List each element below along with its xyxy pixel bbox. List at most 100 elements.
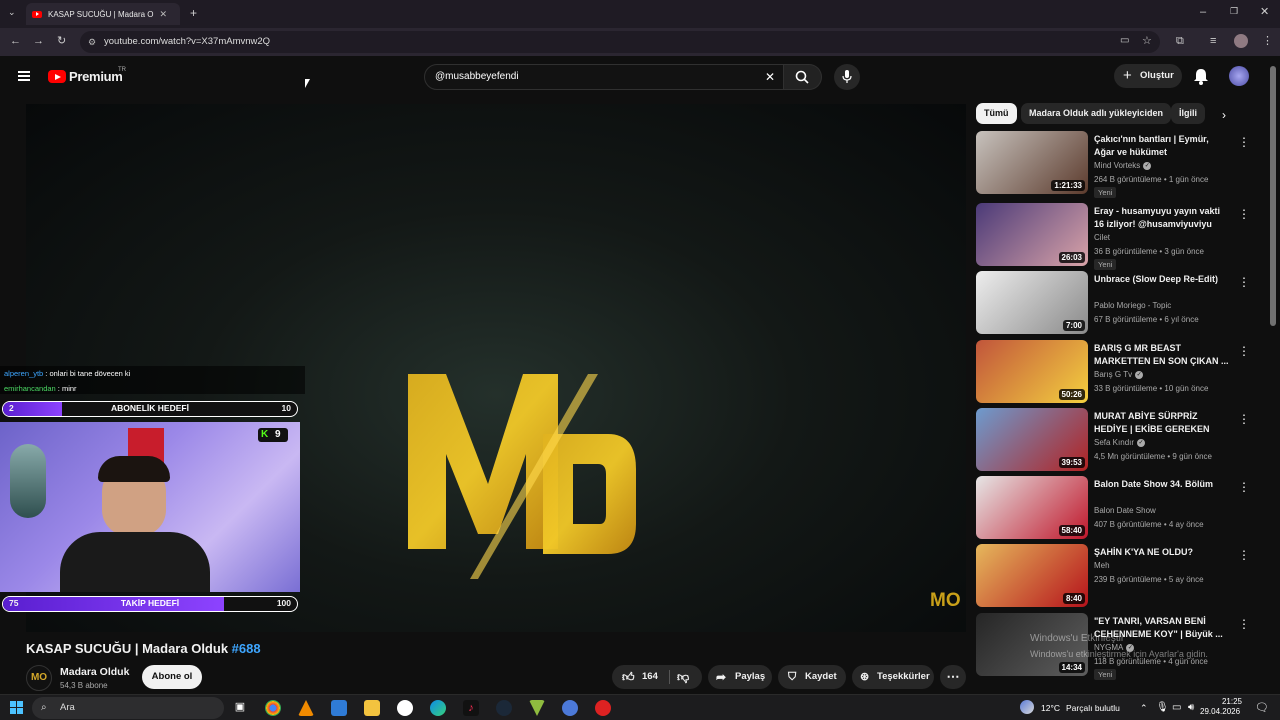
dislike-icon[interactable]: 👎︎ — [677, 665, 689, 689]
like-icon[interactable]: 👍︎ — [622, 665, 635, 689]
microphone-tray-icon[interactable]: 🎙︎ — [1156, 702, 1169, 713]
recommendation-item[interactable]: 58:40 Balon Date Show 34. Bölüm Balon Date… — [976, 476, 1250, 540]
obs-icon[interactable] — [595, 700, 611, 716]
video-thumbnail[interactable]: 58:40 — [976, 476, 1088, 539]
weather-description[interactable]: Parçalı bulutlu — [1066, 703, 1120, 713]
recommendation-title[interactable]: BARIŞ G MR BEAST MARKETTEN EN SON ÇIKAN … — [1094, 342, 1230, 368]
reload-icon[interactable]: ↻ — [57, 36, 66, 47]
more-options-icon[interactable]: ⋮ — [1238, 344, 1250, 358]
chatgpt-icon[interactable] — [397, 700, 413, 716]
video-thumbnail[interactable]: 14:34 — [976, 613, 1088, 676]
weather-temperature[interactable]: 12°C — [1041, 703, 1060, 713]
video-thumbnail[interactable]: 1:21:33 — [976, 131, 1088, 194]
volume-icon[interactable]: 🔊︎ — [1188, 702, 1194, 713]
file-explorer-icon[interactable] — [364, 700, 380, 716]
more-options-icon[interactable]: ⋮ — [1238, 207, 1250, 221]
profile-avatar[interactable] — [1234, 34, 1248, 48]
channel-watermark[interactable]: MO — [930, 590, 961, 612]
recommendation-channel[interactable]: Barış G Tv ✓ — [1094, 370, 1144, 379]
search-button[interactable] — [784, 64, 822, 90]
channel-avatar[interactable]: MO — [26, 665, 52, 691]
recommendation-item[interactable]: 39:53 MURAT ABİYE SÜRPRİZ HEDİYE | EKİBE … — [976, 408, 1250, 472]
chips-next-chevron-icon[interactable]: › — [1222, 108, 1226, 122]
video-thumbnail[interactable]: 8:40 — [976, 544, 1088, 607]
more-options-icon[interactable]: ⋮ — [1238, 275, 1250, 289]
bookmark-star-icon[interactable]: ☆ — [1142, 36, 1152, 47]
chip-related[interactable]: İlgili — [1171, 103, 1205, 124]
notifications-bell-icon[interactable] — [1193, 68, 1209, 86]
forward-icon[interactable]: → — [33, 36, 44, 47]
more-options-icon[interactable]: ⋮ — [1238, 480, 1250, 494]
page-scrollbar[interactable] — [1270, 66, 1276, 326]
tray-expand-icon[interactable]: ⌃ — [1140, 703, 1148, 714]
new-tab-icon[interactable]: + — [190, 7, 197, 19]
channel-name[interactable]: Madara Olduk — [60, 666, 129, 678]
clock-time[interactable]: 21:25 — [1212, 697, 1242, 706]
video-thumbnail[interactable]: 50:26 — [976, 340, 1088, 403]
clock-date[interactable]: 29.04.2026 — [1200, 707, 1240, 716]
subscribe-button[interactable]: Abone ol — [142, 665, 202, 689]
more-options-icon[interactable]: ⋮ — [1238, 548, 1250, 562]
windows-start-icon[interactable] — [10, 701, 23, 714]
chip-all[interactable]: Tümü — [976, 103, 1017, 124]
more-actions-icon[interactable]: ⋯ — [940, 665, 966, 689]
reading-list-icon[interactable]: ≡ — [1210, 36, 1216, 47]
extensions-icon[interactable]: ⧉ — [1176, 36, 1184, 47]
app-icon[interactable] — [562, 700, 578, 716]
recommendation-title[interactable]: MURAT ABİYE SÜRPRİZ HEDİYE | EKİBE GEREK… — [1094, 410, 1230, 436]
recommendation-title[interactable]: Eray - husamyuyu yayın vakti 16 izliyor!… — [1094, 205, 1230, 231]
chrome-menu-icon[interactable]: ⋮ — [1262, 36, 1273, 47]
episode-hashtag[interactable]: #688 — [232, 641, 261, 656]
network-icon[interactable]: ▭ — [1172, 702, 1181, 713]
video-thumbnail[interactable]: 7:00 — [976, 271, 1088, 334]
site-info-icon[interactable]: ⚙ — [88, 31, 96, 53]
tab-search-chevron-icon[interactable]: ⌄ — [8, 8, 16, 17]
recommendation-channel[interactable]: Mind Vorteks ✓ — [1094, 161, 1152, 170]
back-icon[interactable]: ← — [10, 36, 21, 47]
notifications-icon[interactable]: 🗨︎ — [1255, 701, 1269, 714]
more-options-icon[interactable]: ⋮ — [1238, 135, 1250, 149]
recommendation-item[interactable]: 1:21:33 Çakıcı'nın bantları | Eymür, Ağar… — [976, 131, 1250, 198]
minimize-icon[interactable]: – — [1200, 7, 1206, 18]
recommendation-channel[interactable]: Sefa Kındır ✓ — [1094, 438, 1146, 447]
recommendation-channel[interactable]: Pablo Moriego - Topic — [1094, 301, 1171, 310]
restore-icon[interactable]: ❐ — [1230, 7, 1238, 16]
search-input[interactable]: @musabbeyefendi ✕ — [424, 64, 784, 90]
video-thumbnail[interactable]: 39:53 — [976, 408, 1088, 471]
account-avatar[interactable] — [1229, 66, 1249, 86]
recommendation-title[interactable]: Balon Date Show 34. Bölüm — [1094, 478, 1230, 491]
taskbar-search-input[interactable]: ⌕ Ara — [32, 697, 224, 719]
video-thumbnail[interactable]: 26:03 — [976, 203, 1088, 266]
recommendation-title[interactable]: Unbrace (Slow Deep Re-Edit) — [1094, 273, 1230, 286]
more-options-icon[interactable]: ⋮ — [1238, 617, 1250, 631]
recommendation-item[interactable]: 8:40 ŞAHİN K'YA NE OLDU? Meh 239 B görüntül… — [976, 544, 1250, 608]
cast-icon[interactable]: ▭ — [1120, 36, 1129, 46]
recommendation-channel[interactable]: Balon Date Show — [1094, 506, 1156, 515]
recommendation-channel[interactable]: Cilet — [1094, 233, 1110, 242]
more-options-icon[interactable]: ⋮ — [1238, 412, 1250, 426]
vlc-icon[interactable] — [298, 700, 314, 716]
recommendation-item[interactable]: 14:34 "EY TANRI, VARSAN BENİ CEHENNEME KO… — [976, 613, 1250, 680]
tab-close-icon[interactable]: ✕ — [160, 9, 168, 20]
voice-search-button[interactable] — [834, 64, 860, 90]
recommendation-title[interactable]: ŞAHİN K'YA NE OLDU? — [1094, 546, 1230, 559]
recommendation-item[interactable]: 26:03 Eray - husamyuyu yayın vakti 16 izl… — [976, 203, 1250, 270]
recommendation-item[interactable]: 7:00 Unbrace (Slow Deep Re-Edit) Pablo Mor… — [976, 271, 1250, 335]
vectorworks-icon[interactable] — [529, 700, 545, 716]
edge-icon[interactable] — [430, 700, 446, 716]
chrome-taskbar-icon[interactable] — [265, 700, 281, 716]
steam-icon[interactable] — [496, 700, 512, 716]
recommendation-channel[interactable]: Meh — [1094, 561, 1110, 570]
chip-from-uploader[interactable]: Madara Olduk adlı yükleyiciden — [1021, 103, 1172, 124]
browser-tab[interactable]: KASAP SUCUĞU | Madara O ✕ — [26, 3, 180, 25]
recommendation-item[interactable]: 50:26 BARIŞ G MR BEAST MARKETTEN EN SON Ç… — [976, 340, 1250, 404]
create-button[interactable]: + Oluştur — [1114, 64, 1182, 88]
window-close-icon[interactable]: ✕ — [1260, 7, 1269, 18]
recommendation-title[interactable]: Çakıcı'nın bantları | Eymür, Ağar ve hük… — [1094, 133, 1230, 159]
task-view-icon[interactable]: ▣ — [232, 700, 248, 716]
youtube-logo-icon[interactable] — [48, 70, 66, 83]
hamburger-menu-icon[interactable] — [18, 71, 30, 81]
url-field[interactable]: ⚙ youtube.com/watch?v=X37mAmvnw2Q — [80, 31, 1160, 53]
premium-brand[interactable]: Premium — [69, 69, 123, 84]
save-button[interactable]: ⛉ Kaydet — [778, 665, 846, 689]
